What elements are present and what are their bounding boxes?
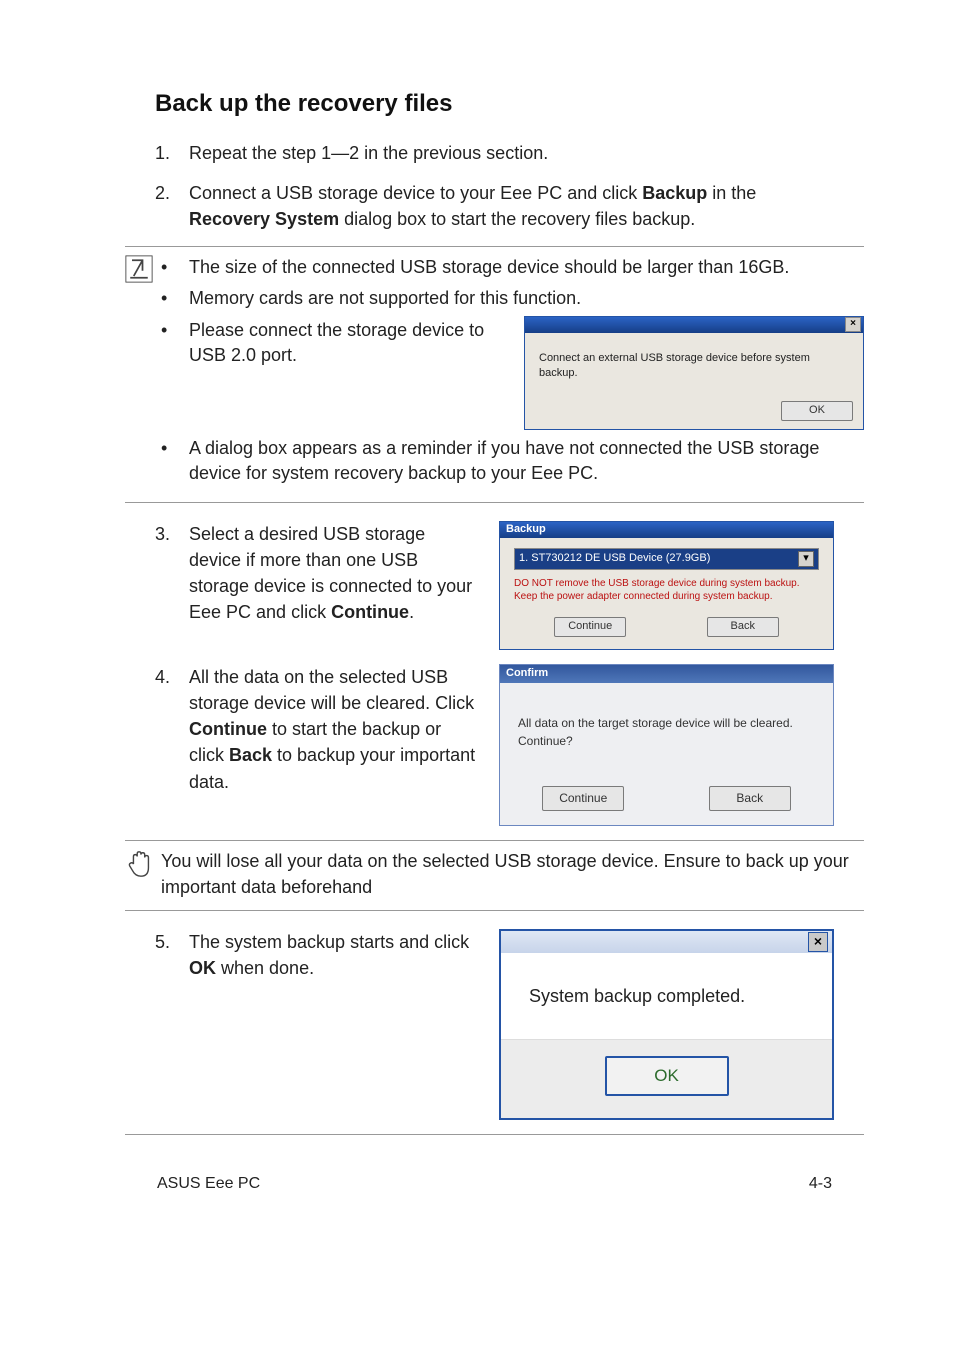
text-frag: All data on the target storage device wi… [518,715,815,732]
ok-button[interactable]: OK [781,401,853,420]
text-frag: Connect a USB storage device to your Eee… [189,183,642,203]
caution-box: You will lose all your data on the selec… [125,840,864,910]
bold-recovery-system: Recovery System [189,209,339,229]
dialog-titlebar: Confirm [500,665,833,683]
chevron-down-icon[interactable]: ▾ [798,551,814,567]
footer-right: 4-3 [809,1175,832,1193]
dialog-titlebar: × [501,931,832,953]
text-frag: All the data on the selected USB storage… [189,667,474,713]
note-1-text: The size of the connected USB storage de… [189,255,864,280]
step-1-text: Repeat the step 1—2 in the previous sect… [189,140,834,166]
bullet-icon: • [161,318,189,343]
dialog-message: Connect an external USB storage device b… [525,333,863,392]
text-frag: . [409,602,414,622]
bold-continue: Continue [331,602,409,622]
note-bullet-2: • Memory cards are not supported for thi… [161,286,864,311]
step-3: 3. Select a desired USB storage device i… [155,521,834,650]
step-4-num: 4. [155,664,189,690]
step-5-num: 5. [155,929,189,955]
note-icon [125,255,155,285]
step-1-num: 1. [155,140,189,166]
bullet-icon: • [161,255,189,280]
footer-left: ASUS Eee PC [157,1175,260,1193]
step-2-num: 2. [155,180,189,206]
text-frag: The system backup starts and click [189,932,469,952]
step-4-text: All the data on the selected USB storage… [189,664,481,794]
note-bullet-3: • Please connect the storage device to U… [161,318,864,430]
hand-stop-icon [125,849,155,879]
completed-message: System backup completed. [501,953,832,1039]
bullet-icon: • [161,286,189,311]
backup-warning-text: DO NOT remove the USB storage device dur… [514,578,819,603]
step-4: 4. All the data on the selected USB stor… [155,664,834,826]
step-list: 1. Repeat the step 1—2 in the previous s… [155,140,834,232]
dialog-title: Confirm [506,666,548,682]
dialog-backup-completed: × System backup completed. OK [499,929,834,1121]
dialog-confirm: Confirm All data on the target storage d… [499,664,834,826]
bold-ok: OK [189,958,216,978]
step-2-text: Connect a USB storage device to your Eee… [189,180,834,232]
note-3-text: Please connect the storage device to USB… [189,318,506,368]
page-footer: ASUS Eee PC 4-3 [155,1175,834,1193]
step-1: 1. Repeat the step 1—2 in the previous s… [155,140,834,166]
text-frag: dialog box to start the recovery files b… [339,209,695,229]
note-box: • The size of the connected USB storage … [125,246,864,503]
dialog-connect-usb: × Connect an external USB storage device… [524,316,864,430]
note-2-text: Memory cards are not supported for this … [189,286,864,311]
step-2: 2. Connect a USB storage device to your … [155,180,834,232]
close-icon[interactable]: × [808,932,828,952]
bold-continue: Continue [189,719,267,739]
dialog-title: Backup [506,522,546,538]
divider [125,1134,864,1135]
continue-button[interactable]: Continue [554,617,626,637]
bold-backup: Backup [642,183,707,203]
note-bullet-1: • The size of the connected USB storage … [161,255,864,280]
close-icon[interactable]: × [845,317,861,332]
step-5: 5. The system backup starts and click OK… [155,929,834,1121]
device-dropdown[interactable]: 1. ST730212 DE USB Device (27.9GB) ▾ [514,548,819,570]
dialog-titlebar: × [525,317,863,333]
page: Back up the recovery files 1. Repeat the… [0,0,954,1233]
back-button[interactable]: Back [707,617,779,637]
dialog-backup-select: Backup 1. ST730212 DE USB Device (27.9GB… [499,521,834,650]
text-frag: Continue? [518,733,815,750]
bold-back: Back [229,745,272,765]
text-frag: in the [707,183,756,203]
device-selected: 1. ST730212 DE USB Device (27.9GB) [519,551,710,567]
caution-text: You will lose all your data on the selec… [161,849,864,899]
section-title: Back up the recovery files [155,90,834,118]
dialog-titlebar: Backup [500,522,833,538]
step-3-text: Select a desired USB storage device if m… [189,521,481,625]
bullet-icon: • [161,436,189,461]
step-3-num: 3. [155,521,189,547]
continue-button[interactable]: Continue [542,786,624,811]
note-4-text: A dialog box appears as a reminder if yo… [189,436,864,486]
note-bullet-4: • A dialog box appears as a reminder if … [161,436,864,486]
back-button[interactable]: Back [709,786,791,811]
confirm-message: All data on the target storage device wi… [518,715,815,750]
ok-button[interactable]: OK [605,1056,729,1097]
step-5-text: The system backup starts and click OK wh… [189,929,481,981]
text-frag: when done. [216,958,314,978]
